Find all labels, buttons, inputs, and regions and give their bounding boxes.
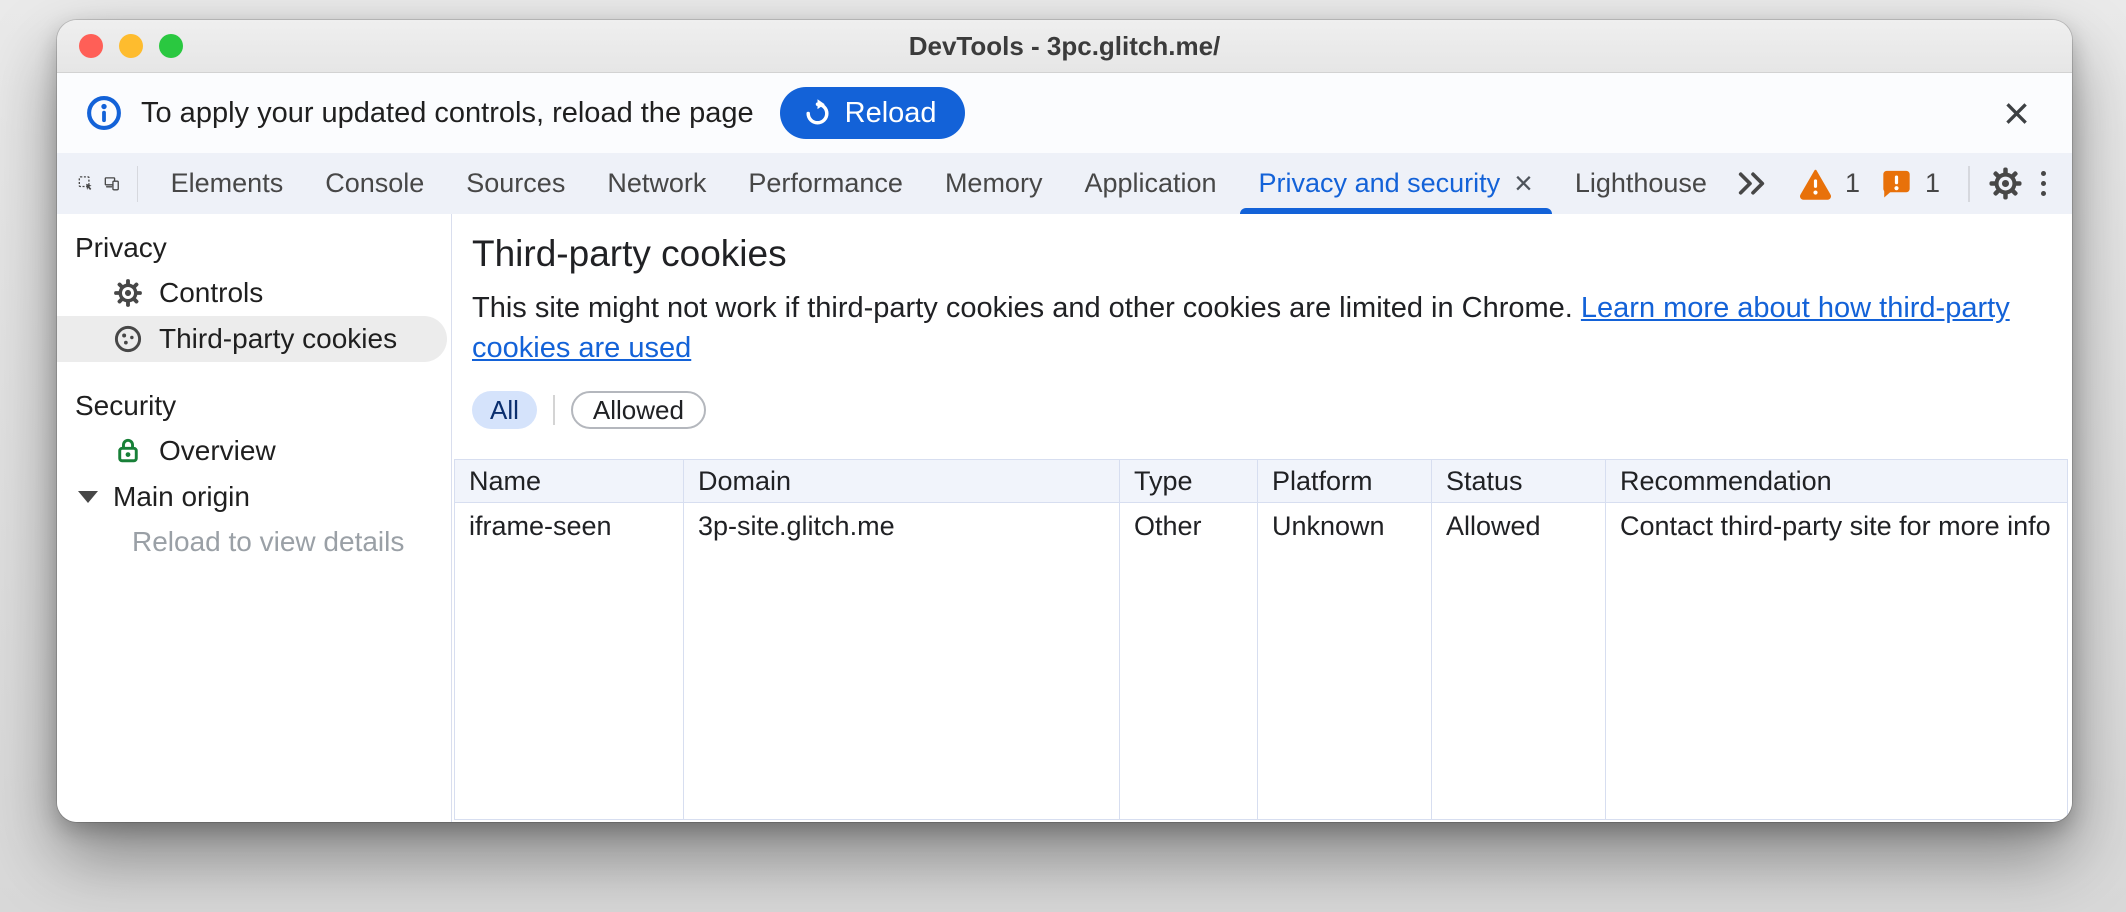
cell-recommendation: Contact third-party site for more info [1606,503,2067,549]
panel-body: Privacy Controls Third-party cookies Secu… [57,214,2072,822]
sidebar-section-security: Security Overview Main origin Reload to vi… [57,384,451,564]
toolbar-divider [1968,166,1970,202]
third-party-cookies-view: Third-party cookies This site might not … [452,214,2072,822]
filler-column-type [1120,549,1258,819]
devtools-window: DevTools - 3pc.glitch.me/ To apply your … [57,20,2072,822]
warning-count[interactable]: 1 [1845,168,1860,199]
device-toolbar-icon[interactable] [104,165,120,202]
issues-icon[interactable] [1881,168,1912,199]
warning-triangle-icon[interactable] [1799,167,1832,200]
reload-icon [802,98,833,129]
info-icon [85,94,123,132]
tab-privacy-and-security[interactable]: Privacy and security × [1238,153,1554,214]
settings-gear-icon[interactable] [1987,165,2024,202]
tab-label: Memory [945,168,1043,199]
table-row[interactable]: iframe-seen3p-site.glitch.meOtherUnknown… [455,503,2067,549]
filter-allowed-chip[interactable]: Allowed [571,391,706,429]
issues-count[interactable]: 1 [1925,168,1940,199]
toolbar-right: 1 1 [1728,165,2058,202]
filler-column-name [455,549,684,819]
column-header-domain: Domain [684,460,1120,502]
lock-icon [112,435,144,467]
tab-elements[interactable]: Elements [150,153,305,214]
reload-button[interactable]: Reload [780,87,965,139]
filler-column-status [1432,549,1606,819]
sidebar-item-label: Controls [159,277,263,309]
tab-label: Console [325,168,424,199]
tree-item-main-origin[interactable]: Main origin [57,474,451,520]
panel-tabs: Elements Console Sources Network Performance… [150,153,1728,214]
window-title: DevTools - 3pc.glitch.me/ [57,31,2072,62]
sidebar-item-label: Overview [159,435,276,467]
tree-item-label: Main origin [113,481,250,513]
infobar-message: To apply your updated controls, reload t… [141,97,754,130]
cell-name: iframe-seen [455,503,684,549]
column-header-type: Type [1120,460,1258,502]
selected-tab-underline [1240,208,1552,214]
more-menu-icon[interactable] [2029,165,2058,202]
filler-column-platform [1258,549,1432,819]
grid-filler [455,549,2067,819]
tab-console[interactable]: Console [304,153,445,214]
privacy-security-sidebar: Privacy Controls Third-party cookies Secu… [57,214,452,822]
tab-close-icon[interactable]: × [1514,165,1533,202]
tree-item-note: Reload to view details [57,520,451,564]
section-title-security: Security [57,384,451,428]
tab-label: Network [607,168,706,199]
inspect-icon[interactable] [78,165,94,202]
toolbar-divider [137,166,138,202]
expander-triangle-icon[interactable] [78,491,98,503]
tab-label: Application [1084,168,1216,199]
cell-domain: 3p-site.glitch.me [684,503,1120,549]
tab-label: Sources [466,168,565,199]
page-description: This site might not work if third-party … [472,288,2068,368]
tab-label: Elements [171,168,284,199]
column-header-platform: Platform [1258,460,1432,502]
column-header-recommendation: Recommendation [1606,460,2067,502]
section-title-privacy: Privacy [57,226,451,270]
sidebar-section-privacy: Privacy Controls Third-party cookies [57,226,451,362]
filler-column-recommendation [1606,549,2067,819]
sidebar-item-label: Third-party cookies [159,323,397,355]
cookies-data-grid: NameDomainTypePlatformStatusRecommendati… [454,459,2068,820]
filter-all-chip[interactable]: All [472,391,537,429]
tab-performance[interactable]: Performance [727,153,924,214]
column-header-name: Name [455,460,684,502]
devtools-toolbar: Elements Console Sources Network Performance… [57,153,2072,214]
cell-platform: Unknown [1258,503,1432,549]
tab-label: Lighthouse [1575,168,1707,199]
tab-lighthouse[interactable]: Lighthouse [1554,153,1728,214]
sidebar-item-controls[interactable]: Controls [57,270,447,316]
filter-divider [553,395,555,425]
desktop-background: DevTools - 3pc.glitch.me/ To apply your … [0,0,2126,912]
tab-label: Performance [748,168,903,199]
tab-memory[interactable]: Memory [924,153,1064,214]
cookie-filters: All Allowed [472,390,2068,430]
tab-network[interactable]: Network [586,153,727,214]
cookie-icon [112,323,144,355]
sidebar-item-third-party-cookies[interactable]: Third-party cookies [57,316,447,362]
more-tabs-icon[interactable] [1733,165,1770,202]
tab-application[interactable]: Application [1063,153,1237,214]
page-title: Third-party cookies [472,230,2068,278]
cell-type: Other [1120,503,1258,549]
reload-button-label: Reload [845,97,937,130]
titlebar: DevTools - 3pc.glitch.me/ [57,20,2072,73]
infobar-close-icon[interactable]: × [1989,90,2044,136]
description-text: This site might not work if third-party … [472,292,1573,324]
gear-icon [112,277,144,309]
sidebar-item-overview[interactable]: Overview [57,428,447,474]
filler-column-domain [684,549,1120,819]
column-header-status: Status [1432,460,1606,502]
grid-header-row: NameDomainTypePlatformStatusRecommendati… [455,460,2067,503]
reload-infobar: To apply your updated controls, reload t… [57,73,2072,153]
cell-status: Allowed [1432,503,1606,549]
tab-label: Privacy and security [1259,168,1501,199]
tab-sources[interactable]: Sources [445,153,586,214]
